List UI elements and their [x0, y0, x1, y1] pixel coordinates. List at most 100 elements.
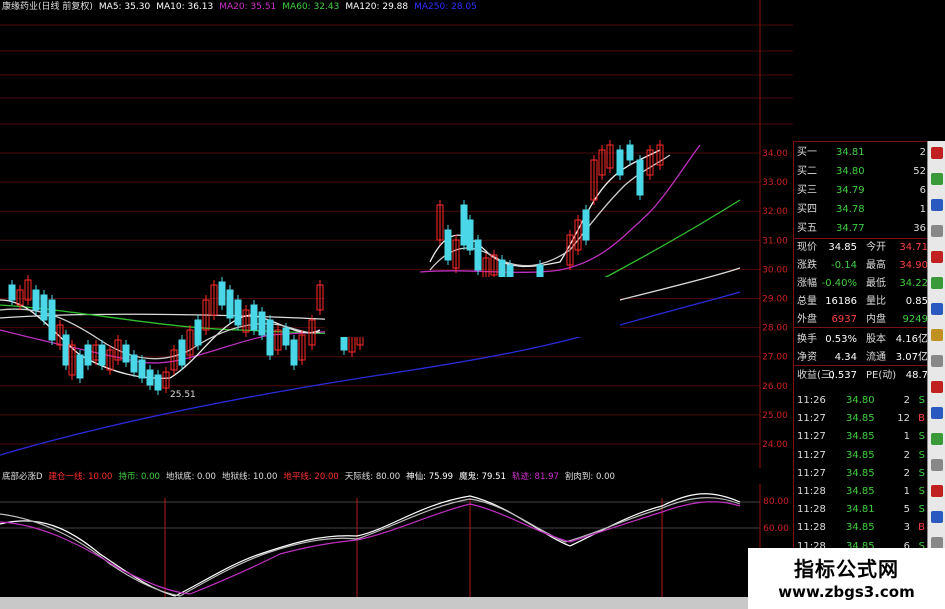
- indicator-legend-item: 地狱底: 0.00: [165, 472, 216, 482]
- price-tick-label: 25.00: [762, 411, 788, 421]
- price-tick-label: 32.00: [762, 207, 788, 217]
- ma-legend-item: MA10: 36.13: [156, 2, 214, 12]
- quote-label: 流通: [866, 352, 886, 363]
- indicator-legend-item: 地平线: 20.00: [283, 472, 339, 482]
- candle-body: [266, 319, 274, 356]
- toolbar-button[interactable]: [931, 407, 943, 419]
- tick-time: 11:28: [797, 522, 826, 534]
- price-tick-label: 31.00: [762, 236, 788, 246]
- tick-row: 11:27 34.85 2 S: [794, 447, 928, 465]
- tick-time: 11:26: [797, 395, 826, 406]
- candle-body: [636, 159, 644, 196]
- tick-time: 11:28: [797, 504, 826, 516]
- tick-side: S: [918, 467, 925, 479]
- bottom-scrollbar[interactable]: [0, 597, 748, 609]
- toolbar-button[interactable]: [931, 225, 943, 237]
- tick-volume: 2: [903, 449, 910, 461]
- candle-body: [582, 209, 590, 241]
- order-label: 买一: [797, 147, 817, 158]
- candle-body: [258, 311, 266, 336]
- tick-side: S: [918, 449, 925, 461]
- quote-label: 股本: [866, 334, 886, 345]
- candle-body: [76, 354, 84, 379]
- candle-body: [154, 374, 162, 391]
- candle-body: [8, 284, 16, 301]
- tick-side: S: [918, 395, 925, 406]
- candle-body: [194, 319, 202, 346]
- indicator-legend-item: 神仙: 75.99: [406, 472, 454, 482]
- price-tick-label: 29.00: [762, 295, 788, 305]
- candle-body: [226, 289, 234, 319]
- tick-volume: 5: [903, 504, 910, 516]
- quote-label: 今开: [866, 242, 886, 253]
- toolbar-button[interactable]: [931, 355, 943, 367]
- ma-legend-item: MA5: 35.30: [98, 2, 151, 12]
- tick-side: S: [918, 486, 925, 497]
- watermark-url: www.zbgs3.com: [778, 583, 915, 601]
- tick-volume: 2: [903, 467, 910, 479]
- quote-value: 48.7: [905, 370, 928, 381]
- toolbar-button[interactable]: [931, 199, 943, 211]
- order-book-row: 买四 34.78 1: [794, 201, 928, 219]
- candle-body: [146, 369, 154, 386]
- toolbar-button[interactable]: [931, 303, 943, 315]
- candle-body: [32, 289, 40, 311]
- indicator-legend-item: 底部必涨D: [2, 472, 43, 482]
- candle-body: [616, 149, 624, 176]
- occluded-region: [325, 277, 620, 337]
- quote-value: -0.40%: [821, 278, 857, 289]
- quote-label: 量比: [866, 296, 886, 307]
- watermark-title: 指标公式网: [794, 557, 899, 581]
- toolbar-button[interactable]: [931, 433, 943, 445]
- toolbar-button[interactable]: [931, 485, 943, 497]
- quote-row: 外盘 6937 内盘 9249: [794, 311, 928, 329]
- quote-value: 6937: [831, 314, 857, 325]
- tick-side: B: [918, 522, 925, 534]
- candle-body: [234, 299, 242, 326]
- indicator-chart[interactable]: 80.00 60.00: [0, 484, 793, 609]
- toolbar-button[interactable]: [931, 329, 943, 341]
- quote-label: 现价: [797, 242, 817, 253]
- tick-row: 11:28 34.85 3 B: [794, 519, 928, 537]
- tick-volume: 12: [897, 413, 910, 425]
- indicator-legend-item: 持币: 0.00: [118, 472, 160, 482]
- quote-label: 最低: [866, 278, 886, 289]
- candle-body: [250, 304, 258, 331]
- order-label: 买二: [797, 166, 817, 177]
- tick-price: 34.80: [846, 395, 875, 406]
- tick-price: 34.85: [846, 449, 875, 461]
- toolbar-button[interactable]: [931, 381, 943, 393]
- toolbar-button[interactable]: [931, 251, 943, 263]
- side-toolbar[interactable]: [927, 141, 945, 561]
- candle-body: [444, 229, 452, 261]
- order-volume: 36: [913, 223, 926, 234]
- toolbar-button[interactable]: [931, 173, 943, 185]
- tick-volume: 3: [903, 522, 910, 534]
- candle-body: [466, 219, 474, 251]
- tick-time: 11:27: [797, 467, 826, 479]
- quote-row: 总量 16186 量比 0.85: [794, 293, 928, 311]
- price-tick-label: 27.00: [762, 353, 788, 363]
- low-price-label: 25.51: [170, 390, 196, 400]
- tick-price: 34.81: [846, 504, 875, 516]
- price-tick-label: 33.00: [762, 178, 788, 188]
- order-volume: 1: [919, 204, 926, 215]
- toolbar-button[interactable]: [931, 511, 943, 523]
- stock-name: 康缘药业(日线 前复权): [2, 2, 93, 12]
- order-price: 34.81: [836, 147, 865, 158]
- candlestick-chart[interactable]: 34.00 33.00 32.00 31.00 30.00 29.00 28.00 27.00…: [0, 0, 793, 468]
- order-book-row: 买一 34.81 2: [794, 144, 928, 162]
- toolbar-button[interactable]: [931, 147, 943, 159]
- quote-value: 34.22: [899, 278, 928, 289]
- toolbar-button[interactable]: [931, 277, 943, 289]
- quote-value: 4.34: [834, 352, 857, 363]
- candle-body: [98, 344, 106, 366]
- quote-label: PE(动): [866, 370, 897, 381]
- quote-row: 现价 34.85 今开 34.71: [794, 239, 928, 257]
- tick-price: 34.85: [846, 467, 875, 479]
- tick-price: 34.85: [846, 413, 875, 425]
- order-label: 买五: [797, 223, 817, 234]
- quote-row: 换手 0.53% 股本 4.16亿: [794, 331, 928, 349]
- toolbar-button[interactable]: [931, 459, 943, 471]
- candle-body: [460, 204, 468, 246]
